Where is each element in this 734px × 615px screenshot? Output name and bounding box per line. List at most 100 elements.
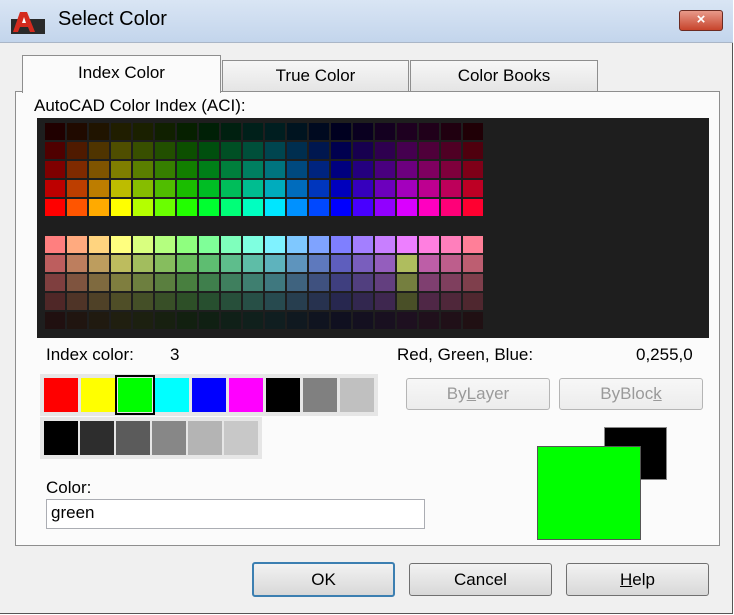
aci-color-swatch[interactable]	[419, 142, 439, 159]
aci-color-swatch[interactable]	[375, 161, 395, 178]
aci-color-swatch[interactable]	[309, 123, 329, 140]
aci-color-swatch[interactable]	[463, 123, 483, 140]
aci-color-swatch[interactable]	[89, 255, 109, 272]
aci-color-swatch[interactable]	[441, 123, 461, 140]
aci-color-swatch[interactable]	[463, 199, 483, 216]
aci-color-swatch[interactable]	[221, 293, 241, 310]
aci-color-swatch[interactable]	[111, 274, 131, 291]
aci-color-swatch[interactable]	[111, 255, 131, 272]
aci-color-swatch[interactable]	[155, 180, 175, 197]
aci-color-swatch[interactable]	[287, 236, 307, 253]
aci-color-swatch[interactable]	[397, 236, 417, 253]
aci-color-swatch[interactable]	[155, 293, 175, 310]
aci-color-swatch[interactable]	[441, 161, 461, 178]
aci-color-swatch[interactable]	[309, 142, 329, 159]
aci-color-swatch[interactable]	[243, 123, 263, 140]
aci-color-swatch[interactable]	[199, 293, 219, 310]
aci-color-swatch[interactable]	[243, 142, 263, 159]
aci-color-swatch[interactable]	[177, 180, 197, 197]
aci-color-swatch[interactable]	[67, 199, 87, 216]
aci-color-swatch[interactable]	[331, 142, 351, 159]
aci-color-swatch[interactable]	[133, 274, 153, 291]
gray-color-swatch[interactable]	[116, 421, 150, 455]
aci-color-swatch[interactable]	[463, 255, 483, 272]
aci-color-swatch[interactable]	[463, 180, 483, 197]
aci-color-swatch[interactable]	[67, 255, 87, 272]
aci-color-swatch[interactable]	[397, 199, 417, 216]
aci-color-swatch[interactable]	[243, 199, 263, 216]
aci-color-swatch[interactable]	[287, 123, 307, 140]
aci-color-swatch[interactable]	[375, 236, 395, 253]
aci-color-swatch[interactable]	[375, 199, 395, 216]
aci-color-swatch[interactable]	[463, 293, 483, 310]
aci-color-swatch[interactable]	[353, 161, 373, 178]
aci-color-swatch[interactable]	[45, 123, 65, 140]
aci-color-swatch[interactable]	[397, 312, 417, 329]
aci-color-swatch[interactable]	[243, 255, 263, 272]
aci-color-swatch[interactable]	[419, 123, 439, 140]
aci-color-swatch[interactable]	[45, 142, 65, 159]
aci-color-swatch[interactable]	[67, 142, 87, 159]
aci-color-swatch[interactable]	[375, 312, 395, 329]
aci-color-swatch[interactable]	[111, 312, 131, 329]
aci-color-swatch[interactable]	[441, 142, 461, 159]
aci-color-swatch[interactable]	[155, 274, 175, 291]
aci-color-swatch[interactable]	[309, 236, 329, 253]
aci-color-swatch[interactable]	[243, 274, 263, 291]
aci-color-swatch[interactable]	[67, 180, 87, 197]
aci-color-swatch[interactable]	[199, 142, 219, 159]
aci-color-swatch[interactable]	[221, 180, 241, 197]
tab-index-color[interactable]: Index Color	[22, 55, 221, 93]
aci-color-swatch[interactable]	[67, 236, 87, 253]
ok-button[interactable]: OK	[252, 562, 395, 597]
aci-color-swatch[interactable]	[463, 236, 483, 253]
aci-color-swatch[interactable]	[287, 161, 307, 178]
aci-color-swatch[interactable]	[265, 180, 285, 197]
aci-color-swatch[interactable]	[419, 180, 439, 197]
aci-color-swatch[interactable]	[397, 293, 417, 310]
aci-color-swatch[interactable]	[331, 180, 351, 197]
aci-color-swatch[interactable]	[67, 312, 87, 329]
aci-color-swatch[interactable]	[177, 236, 197, 253]
aci-color-swatch[interactable]	[331, 312, 351, 329]
aci-color-swatch[interactable]	[89, 123, 109, 140]
aci-color-swatch[interactable]	[133, 142, 153, 159]
standard-color-swatch[interactable]	[155, 378, 189, 412]
aci-color-swatch[interactable]	[265, 255, 285, 272]
aci-color-swatch[interactable]	[177, 142, 197, 159]
aci-color-swatch[interactable]	[89, 312, 109, 329]
aci-color-swatch[interactable]	[353, 312, 373, 329]
standard-color-swatch[interactable]	[229, 378, 263, 412]
aci-color-swatch[interactable]	[287, 255, 307, 272]
tab-color-books[interactable]: Color Books	[410, 60, 598, 92]
aci-color-swatch[interactable]	[133, 199, 153, 216]
aci-color-swatch[interactable]	[155, 236, 175, 253]
aci-color-swatch[interactable]	[111, 161, 131, 178]
gray-color-swatch[interactable]	[188, 421, 222, 455]
aci-color-swatch[interactable]	[45, 161, 65, 178]
aci-color-swatch[interactable]	[111, 236, 131, 253]
aci-color-swatch[interactable]	[243, 312, 263, 329]
aci-color-swatch[interactable]	[111, 293, 131, 310]
gray-color-swatch[interactable]	[80, 421, 114, 455]
gray-color-swatch[interactable]	[224, 421, 258, 455]
aci-color-swatch[interactable]	[177, 161, 197, 178]
aci-color-swatch[interactable]	[397, 274, 417, 291]
aci-color-swatch[interactable]	[353, 274, 373, 291]
color-name-input[interactable]: green	[46, 499, 425, 529]
aci-color-swatch[interactable]	[133, 180, 153, 197]
aci-color-swatch[interactable]	[441, 180, 461, 197]
aci-color-swatch[interactable]	[177, 255, 197, 272]
aci-color-swatch[interactable]	[155, 312, 175, 329]
aci-color-swatch[interactable]	[155, 199, 175, 216]
aci-color-swatch[interactable]	[243, 180, 263, 197]
aci-color-swatch[interactable]	[441, 236, 461, 253]
aci-color-swatch[interactable]	[419, 161, 439, 178]
aci-color-swatch[interactable]	[177, 274, 197, 291]
aci-color-swatch[interactable]	[67, 123, 87, 140]
aci-color-swatch[interactable]	[331, 236, 351, 253]
standard-color-swatch[interactable]	[81, 378, 115, 412]
aci-color-swatch[interactable]	[221, 199, 241, 216]
aci-color-swatch[interactable]	[287, 293, 307, 310]
aci-color-swatch[interactable]	[89, 274, 109, 291]
